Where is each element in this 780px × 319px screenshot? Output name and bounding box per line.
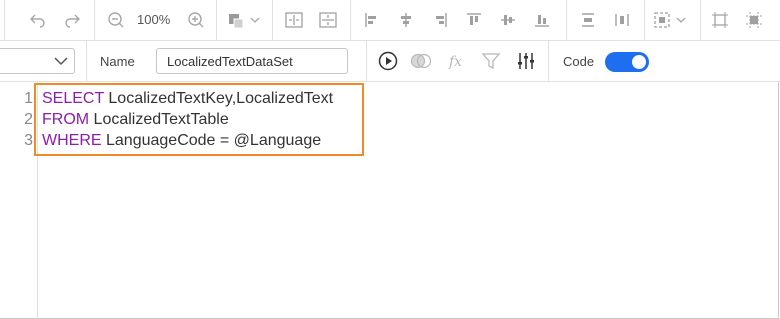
fit-width-icon[interactable]: [282, 7, 306, 33]
function-icon[interactable]: fx: [446, 50, 468, 72]
zoom-out-icon[interactable]: [104, 7, 128, 33]
sql-code-editor[interactable]: 1 2 3 SELECT LocalizedTextKey,LocalizedT…: [0, 82, 780, 319]
fill-color-icon: [229, 14, 244, 29]
code-toggle-label: Code: [563, 54, 595, 69]
filter-icon[interactable]: [480, 50, 502, 72]
toolbar-separator: [566, 0, 567, 40]
zoom-in-icon[interactable]: [184, 7, 208, 33]
toolbar-separator: [216, 0, 217, 40]
chevron-down-icon: [676, 17, 686, 23]
toolbar-separator: [4, 0, 5, 40]
toolbar-separator: [86, 41, 87, 81]
zoom-level: 100%: [137, 12, 171, 27]
toolbar-separator: [366, 41, 367, 81]
code-toggle[interactable]: [605, 52, 649, 72]
name-input[interactable]: [156, 48, 348, 74]
query-highlight-box: [34, 83, 364, 156]
toolbar-separator: [644, 0, 645, 40]
toolbar-separator: [350, 0, 351, 40]
line-number: 2: [24, 111, 33, 128]
toolbar-separator: [94, 0, 95, 40]
name-label: Name: [100, 54, 135, 69]
distribute-vertical-icon[interactable]: [576, 7, 600, 33]
chevron-down-icon: [250, 17, 260, 23]
parameters-icon[interactable]: [515, 50, 537, 72]
fill-color-button[interactable]: [226, 7, 266, 33]
distribute-horizontal-icon[interactable]: [610, 7, 634, 33]
line-number: 3: [24, 132, 33, 149]
datasource-properties-bar: Name fx Code: [0, 41, 780, 82]
datasource-dropdown[interactable]: [0, 48, 75, 74]
undo-icon[interactable]: [26, 7, 50, 33]
align-top-icon[interactable]: [462, 7, 486, 33]
toolbar-separator: [548, 41, 549, 81]
align-middle-icon[interactable]: [496, 7, 520, 33]
snap-grid-icon[interactable]: [708, 7, 732, 33]
run-query-icon[interactable]: [377, 50, 399, 72]
chevron-down-icon: [54, 57, 68, 66]
redo-icon[interactable]: [60, 7, 84, 33]
selection-icon: [654, 12, 670, 28]
toolbar-separator: [272, 0, 273, 40]
designer-toolbar: 100%: [0, 0, 780, 41]
align-center-icon[interactable]: [394, 7, 418, 33]
fit-height-icon[interactable]: [316, 7, 340, 33]
line-number-gutter: 1 2 3: [0, 82, 38, 319]
snap-lines-icon[interactable]: [742, 7, 766, 33]
selection-button[interactable]: [652, 7, 692, 33]
toggle-knob: [632, 55, 646, 69]
toolbar-separator: [700, 0, 701, 40]
toggle-view-icon[interactable]: [410, 50, 432, 72]
line-number: 1: [24, 90, 33, 107]
align-right-icon[interactable]: [428, 7, 452, 33]
align-bottom-icon[interactable]: [530, 7, 554, 33]
align-left-icon[interactable]: [360, 7, 384, 33]
svg-text:fx: fx: [448, 54, 462, 70]
